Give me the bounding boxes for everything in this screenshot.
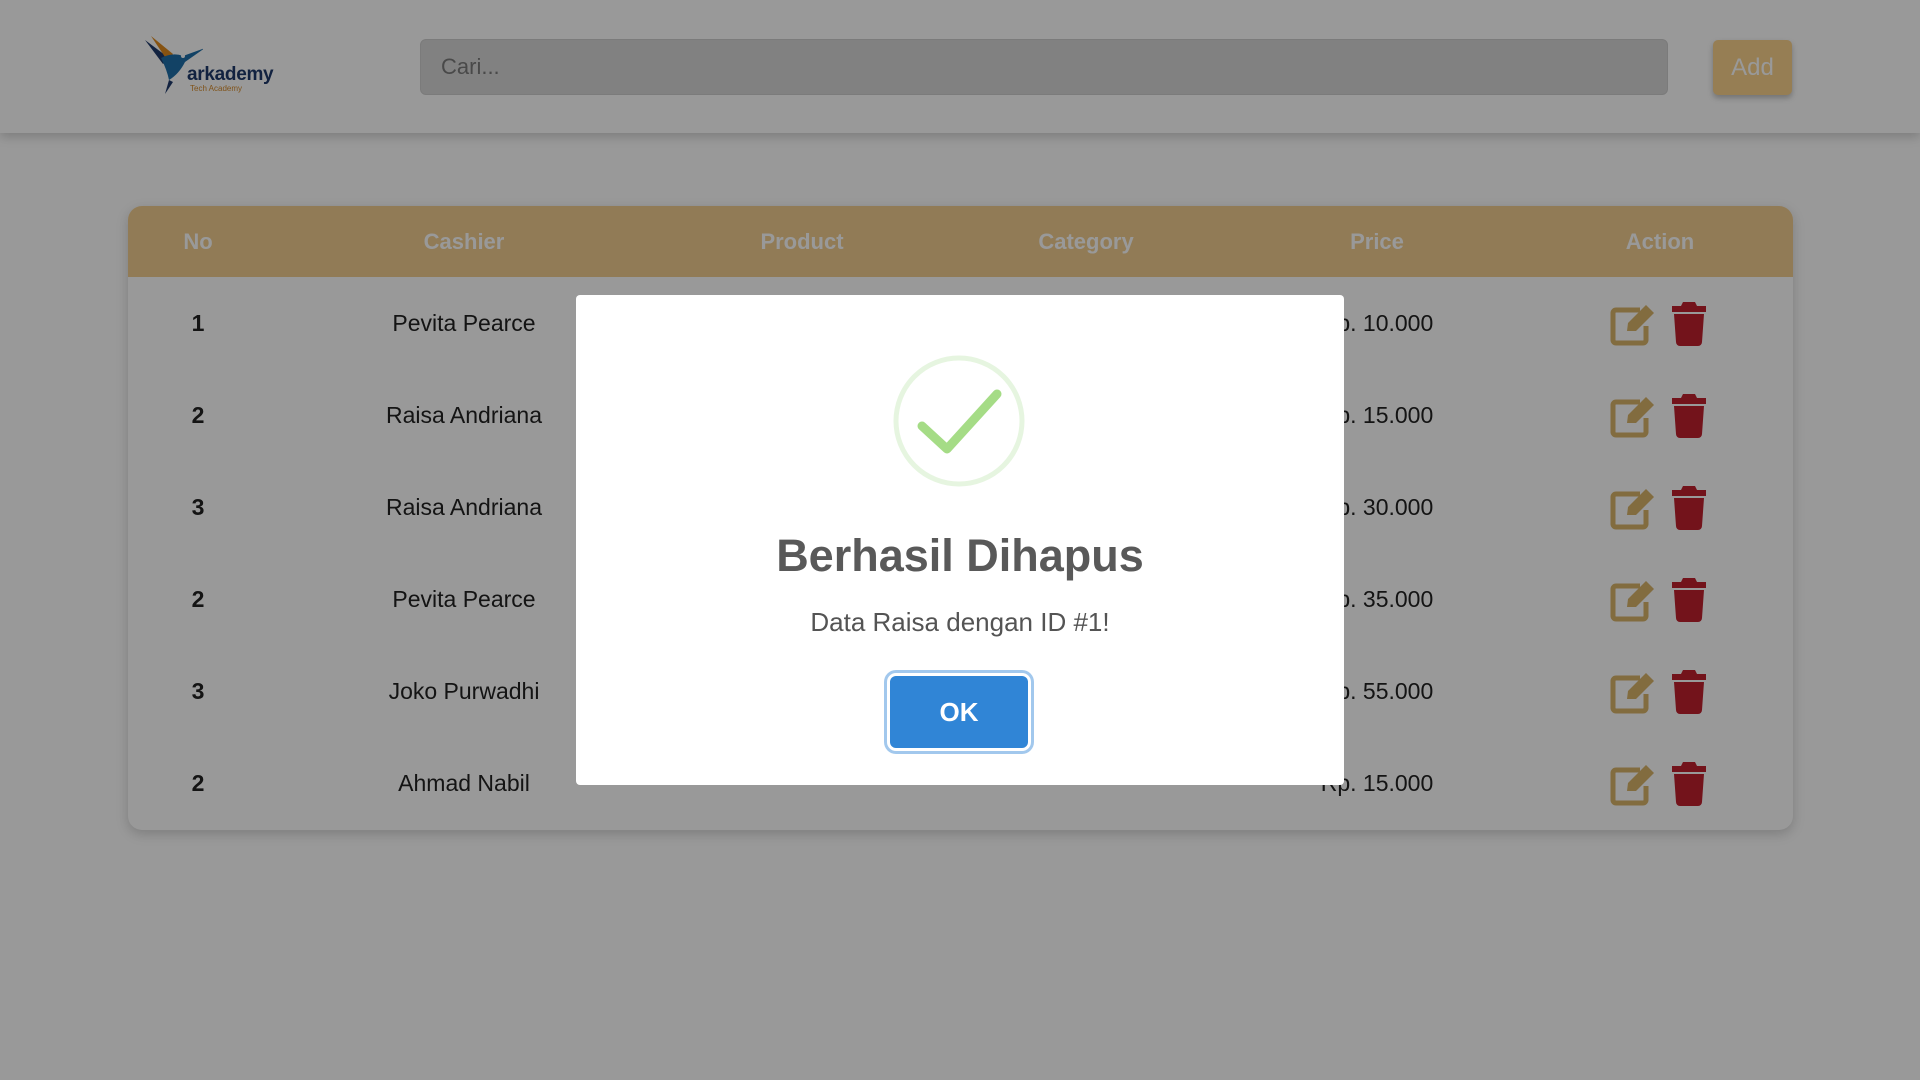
dialog-message: Data Raisa dengan ID #1! xyxy=(810,607,1110,637)
success-check-icon xyxy=(893,355,1025,487)
success-dialog: Berhasil Dihapus Data Raisa dengan ID #1… xyxy=(576,295,1344,785)
dialog-title: Berhasil Dihapus xyxy=(776,530,1144,581)
ok-button[interactable]: OK xyxy=(890,676,1028,748)
